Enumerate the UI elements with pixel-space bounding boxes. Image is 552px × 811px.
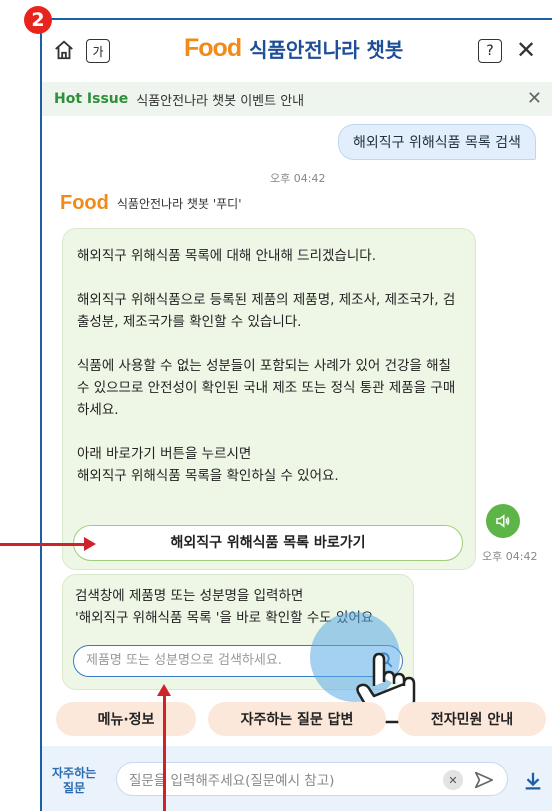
bot-paragraph: 해외직구 위해식품으로 등록된 제품의 제품명, 제조사, 제조국가, 검출성분… xyxy=(77,292,456,330)
brand-logo: Food xyxy=(184,34,242,62)
input-bar: 자주하는 질문 질문을 입력해주세요(질문예시 참고) ✕ xyxy=(42,746,552,811)
annotation-arrowhead xyxy=(157,684,171,696)
bot-paragraph: 해외직구 위해식품 목록에 대해 안내해 드리겠습니다. xyxy=(77,248,376,264)
help-button[interactable]: ? xyxy=(478,39,502,63)
bot-message: 해외직구 위해식품 목록에 대해 안내해 드리겠습니다. 해외직구 위해식품으로… xyxy=(62,228,476,570)
faq-label: 질문 xyxy=(63,781,86,795)
step-badge: 2 xyxy=(24,6,52,34)
send-icon[interactable] xyxy=(473,769,495,791)
clear-icon[interactable]: ✕ xyxy=(443,770,463,790)
hot-issue-label: Hot Issue xyxy=(54,91,129,107)
bot-avatar-icon: Food xyxy=(60,192,109,214)
quick-menu: 메뉴·정보 자주하는 질문 답변 전자민원 안내 xyxy=(42,702,552,738)
annotation-arrow xyxy=(163,694,166,811)
shortcut-link-button[interactable]: 해외직구 위해식품 목록 바로가기 xyxy=(73,525,463,561)
font-size-button[interactable]: 가 xyxy=(86,39,110,63)
chatbot-header: 가 Food 식품안전나라 챗봇 ? ✕ xyxy=(42,20,552,82)
message-time: 오후 04:42 xyxy=(270,172,326,185)
page-title: 식품안전나라 챗봇 xyxy=(249,38,404,62)
home-icon[interactable] xyxy=(52,38,76,62)
hot-issue-text[interactable]: 식품안전나라 챗봇 이벤트 안내 xyxy=(136,90,304,109)
bot-paragraph: 아래 바로가기 버튼을 누르시면 해외직구 위해식품 목록을 확인하실 수 있어… xyxy=(77,446,339,484)
bot-name: 식품안전나라 챗봇 '푸디' xyxy=(116,197,242,211)
message-time: 오후 04:42 xyxy=(482,550,538,563)
faq-button[interactable]: 자주하는 질문 xyxy=(52,766,96,796)
hot-issue-bar[interactable]: Hot Issue 식품안전나라 챗봇 이벤트 안내 ✕ xyxy=(42,82,552,116)
bot-paragraph: 식품에 사용할 수 없는 성분들이 포함되는 사례가 있어 건강을 해칠 수 있… xyxy=(77,358,456,418)
question-placeholder: 질문을 입력해주세요(질문예시 참고) xyxy=(129,773,335,789)
chatbot-panel: 가 Food 식품안전나라 챗봇 ? ✕ Hot Issue 식품안전나라 챗봇… xyxy=(42,20,552,811)
download-icon[interactable] xyxy=(522,770,544,792)
close-icon[interactable]: ✕ xyxy=(514,36,538,64)
quick-menu-item[interactable]: 메뉴·정보 xyxy=(56,702,196,736)
annotation-arrow xyxy=(0,543,86,546)
annotation-arrowhead xyxy=(84,537,96,551)
search-placeholder: 제품명 또는 성분명으로 검색하세요. xyxy=(86,653,282,668)
search-instruction: 검색창에 제품명 또는 성분명을 입력하면 xyxy=(75,588,304,604)
quick-menu-item[interactable]: 전자민원 안내 xyxy=(398,702,546,736)
question-input[interactable]: 질문을 입력해주세요(질문예시 참고) ✕ xyxy=(116,762,508,796)
faq-label: 자주하는 xyxy=(52,766,97,780)
close-icon[interactable]: ✕ xyxy=(527,88,542,109)
speaker-icon[interactable] xyxy=(486,504,520,538)
user-message: 해외직구 위해식품 목록 검색 xyxy=(338,124,536,160)
bot-identity: Food 식품안전나라 챗봇 '푸디' xyxy=(60,192,242,215)
brand: Food 식품안전나라 챗봇 xyxy=(184,34,403,63)
quick-menu-item[interactable]: 자주하는 질문 답변 xyxy=(208,702,386,736)
